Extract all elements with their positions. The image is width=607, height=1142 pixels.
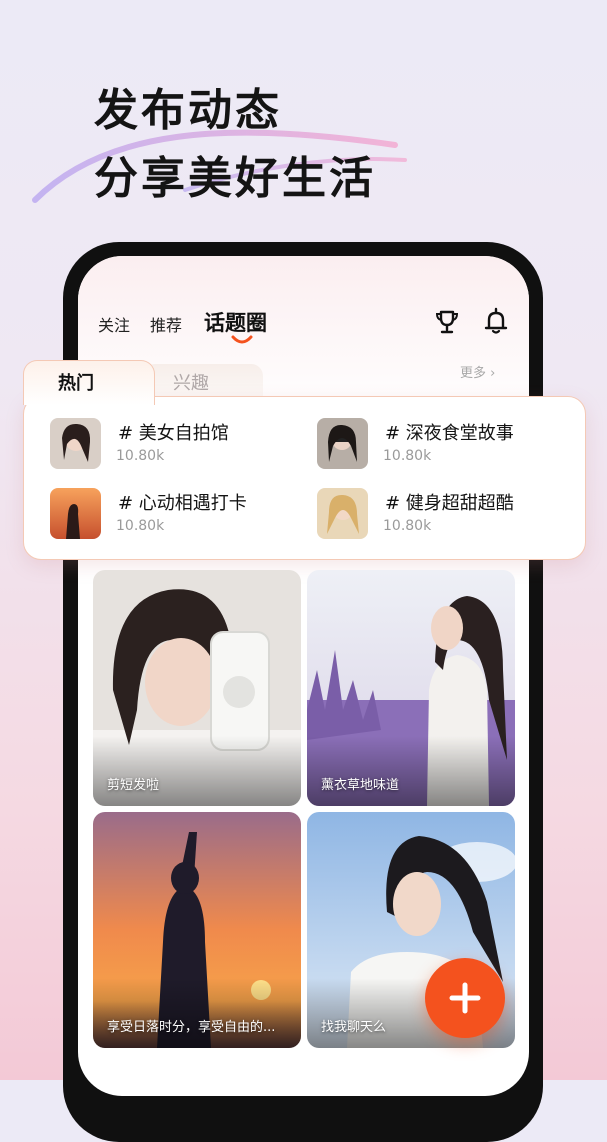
topic-title: # 美女自拍馆: [118, 423, 229, 444]
topic-thumbnail: [317, 418, 368, 469]
topic-count: 10.80k: [383, 448, 432, 464]
feed-caption: 薰衣草地味道: [321, 778, 400, 793]
feed-card[interactable]: 薰衣草地味道: [307, 570, 515, 806]
feed-card[interactable]: 剪短发啦: [93, 570, 301, 806]
feed-card[interactable]: 享受日落时分，享受自由的...: [93, 812, 301, 1048]
headline-line-2: 分享美好生活: [94, 153, 376, 204]
topic-title: # 深夜食堂故事: [385, 423, 514, 444]
tab-topics[interactable]: 话题圈: [204, 307, 267, 337]
topic-count: 10.80k: [116, 448, 165, 464]
feed-caption: 找我聊天么: [321, 1020, 387, 1035]
plus-icon: [449, 982, 481, 1014]
tab-follow[interactable]: 关注: [98, 312, 130, 336]
add-post-button[interactable]: [425, 958, 505, 1038]
headline-line-1: 发布动态: [94, 85, 282, 136]
topic-thumbnail: [317, 488, 368, 539]
topic-title: # 心动相遇打卡: [118, 493, 247, 514]
feed-caption: 享受日落时分，享受自由的...: [107, 1020, 276, 1035]
topic-thumbnail: [50, 488, 101, 539]
topic-count: 10.80k: [116, 518, 165, 534]
tab-hot[interactable]: 热门: [58, 369, 94, 395]
tab-recommend[interactable]: 推荐: [150, 312, 182, 336]
topic-count: 10.80k: [383, 518, 432, 534]
caption-gradient: [307, 736, 515, 806]
more-link[interactable]: 更多 ›: [460, 362, 495, 381]
feed-caption: 剪短发啦: [107, 778, 160, 793]
bell-icon[interactable]: [483, 306, 509, 336]
topic-thumbnail: [50, 418, 101, 469]
active-tab-indicator: [231, 335, 253, 344]
trophy-icon[interactable]: [433, 308, 461, 336]
caption-gradient: [93, 736, 301, 806]
caption-gradient: [93, 978, 301, 1048]
tab-interest[interactable]: 兴趣: [173, 369, 209, 395]
topic-title: # 健身超甜超酷: [385, 493, 514, 514]
